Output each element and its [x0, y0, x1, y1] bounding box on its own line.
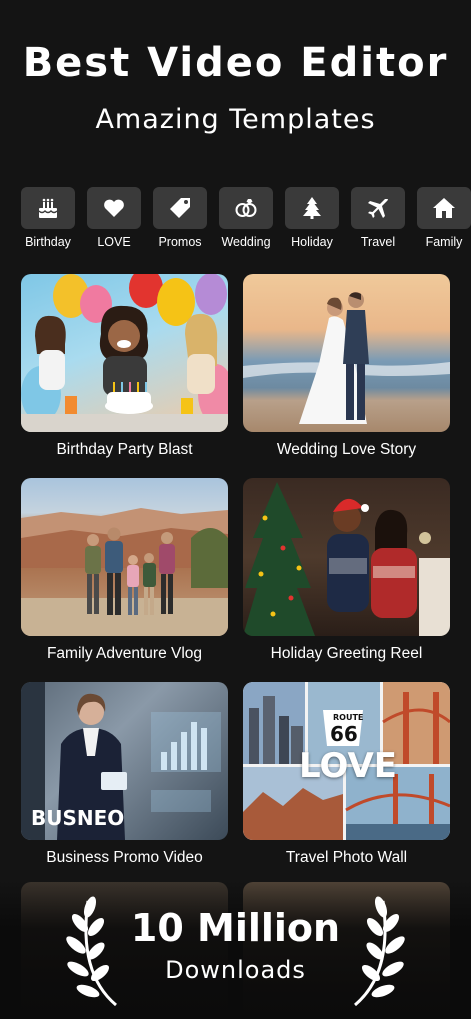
rings-icon: [235, 199, 257, 217]
family-scene-image: [21, 508, 228, 636]
travel-sign-text: ROUTE: [333, 713, 364, 722]
category-holiday-button[interactable]: [285, 187, 339, 229]
category-holiday[interactable]: Holiday: [279, 187, 345, 249]
template-thumbnail[interactable]: [21, 478, 228, 636]
template-card-business[interactable]: BUSNEO Business Promo Video: [21, 682, 228, 867]
tree-icon: [303, 197, 321, 219]
birthday-scene-image: [21, 274, 228, 432]
category-family-button[interactable]: [417, 187, 471, 229]
template-title: Travel Photo Wall: [285, 849, 408, 866]
category-love-button[interactable]: [87, 187, 141, 229]
category-label: Travel: [360, 235, 396, 249]
holiday-scene-image: [243, 482, 450, 636]
category-promos[interactable]: Promos: [147, 187, 213, 249]
travel-sign-number: 66: [330, 722, 358, 746]
category-row: Birthday LOVE Promos Wedding Holiday Tra…: [0, 187, 471, 257]
tag-icon: [170, 198, 190, 218]
category-label: LOVE: [97, 235, 131, 249]
birthday-cake-icon: [38, 198, 58, 218]
template-card-family[interactable]: Family Adventure Vlog: [21, 478, 228, 663]
category-label: Wedding: [221, 235, 271, 249]
category-label: Holiday: [291, 235, 333, 249]
category-label: Family: [425, 235, 463, 249]
template-title: Business Promo Video: [46, 849, 203, 866]
template-card-holiday[interactable]: Holiday Greeting Reel: [243, 478, 450, 663]
category-family[interactable]: Family: [411, 187, 471, 249]
category-label: Birthday: [25, 235, 71, 249]
business-overlay-text: BUSNEO: [31, 806, 125, 830]
house-icon: [433, 198, 455, 218]
category-promos-button[interactable]: [153, 187, 207, 229]
airplane-icon: [368, 199, 388, 218]
wedding-scene-image: [243, 292, 450, 424]
template-title: Birthday Party Blast: [56, 441, 193, 458]
travel-overlay-text: LOVE: [299, 746, 397, 786]
template-title: Holiday Greeting Reel: [270, 645, 423, 662]
template-thumbnail[interactable]: [243, 478, 450, 636]
template-card-wedding[interactable]: Wedding Love Story: [243, 274, 450, 459]
template-thumbnail[interactable]: [243, 274, 450, 432]
app-title: Best Video Editor: [22, 40, 449, 86]
category-wedding-button[interactable]: [219, 187, 273, 229]
template-card-travel[interactable]: ROUTE 66 LOVE Travel Photo Wall: [243, 682, 450, 867]
category-wedding[interactable]: Wedding: [213, 187, 279, 249]
app-subtitle: Amazing Templates: [95, 104, 376, 135]
template-thumbnail[interactable]: ROUTE 66 LOVE: [243, 682, 450, 840]
category-travel-button[interactable]: [351, 187, 405, 229]
template-card-birthday[interactable]: Birthday Party Blast: [21, 274, 228, 459]
template-title: Family Adventure Vlog: [46, 645, 203, 662]
category-label: Promos: [158, 235, 202, 249]
downloads-label: Downloads: [165, 956, 306, 984]
template-title: Wedding Love Story: [276, 441, 417, 458]
downloads-count: 10 Million: [130, 906, 341, 950]
category-love[interactable]: LOVE: [81, 187, 147, 249]
category-travel[interactable]: Travel: [345, 187, 411, 249]
template-thumbnail[interactable]: BUSNEO: [21, 682, 228, 840]
category-birthday[interactable]: Birthday: [15, 187, 81, 249]
category-birthday-button[interactable]: [21, 187, 75, 229]
template-thumbnail[interactable]: [21, 274, 228, 432]
heart-icon: [104, 199, 124, 217]
